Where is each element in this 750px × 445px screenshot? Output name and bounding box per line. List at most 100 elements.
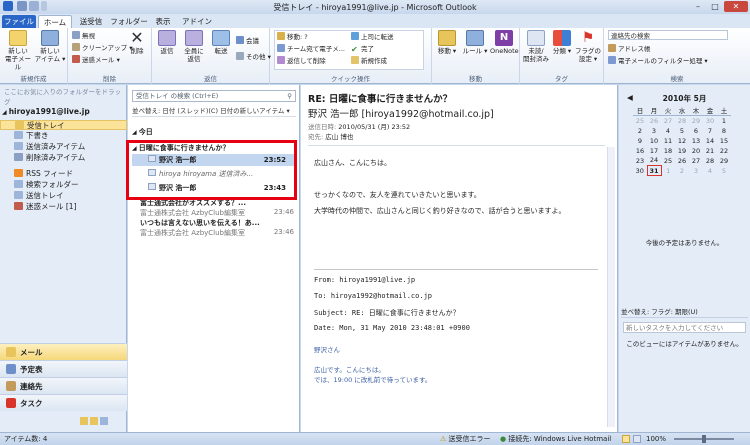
calendar-day[interactable]: 30 — [633, 166, 647, 176]
calendar-day[interactable]: 1 — [661, 166, 675, 176]
minimize-button[interactable]: – — [690, 1, 706, 12]
calendar-day[interactable]: 27 — [689, 156, 703, 166]
maximize-button[interactable]: □ — [707, 1, 723, 12]
folder-search[interactable]: 検索フォルダー — [0, 180, 127, 190]
folder-sent[interactable]: 送信済みアイテム — [0, 142, 127, 152]
folder-list-icon[interactable] — [80, 417, 88, 425]
zoom-slider-thumb[interactable] — [702, 435, 706, 443]
calendar-day[interactable]: 2 — [675, 166, 689, 176]
calendar-day[interactable]: 15 — [717, 136, 731, 146]
onenote-button[interactable]: N OneNote — [490, 30, 519, 55]
account-folder[interactable]: ◢ hiroya1991@live.jp — [0, 107, 127, 117]
rules-button[interactable]: ルール ▾ — [462, 30, 488, 55]
message-from[interactable]: 野沢 浩一郎 [hiroya1992@hotmail.co.jp] — [308, 106, 494, 120]
new-task-input[interactable]: 新しいタスクを入力してください — [623, 322, 746, 333]
quick-step-reply-delete[interactable]: 返信して削除 — [277, 56, 326, 66]
calendar-day[interactable]: 2 — [633, 126, 647, 136]
calendar-day[interactable]: 29 — [717, 156, 731, 166]
calendar-day[interactable]: 18 — [661, 146, 675, 156]
search-icon[interactable]: ⚲ — [287, 91, 292, 101]
reply-all-button[interactable]: 全員に 返信 — [180, 30, 208, 63]
reading-view-icon[interactable] — [633, 435, 641, 443]
move-button[interactable]: 移動 ▾ — [434, 30, 460, 55]
quick-step-team-email[interactable]: チーム宛て電子メ... — [277, 44, 345, 54]
calendar-day[interactable]: 5 — [717, 166, 731, 176]
calendar-day[interactable]: 4 — [661, 126, 675, 136]
calendar-day[interactable]: 26 — [675, 156, 689, 166]
calendar-day[interactable]: 14 — [703, 136, 717, 146]
filter-email-button[interactable]: 電子メールのフィルター処理 ▾ — [608, 56, 708, 66]
folder-junk[interactable]: 迷惑メール [1] — [0, 202, 127, 212]
nav-tasks[interactable]: タスク — [0, 394, 127, 411]
calendar-day[interactable]: 25 — [633, 116, 647, 126]
nav-mail[interactable]: メール — [0, 343, 127, 360]
ignore-button[interactable]: 無視 — [72, 31, 95, 41]
calendar-day[interactable]: 21 — [703, 146, 717, 156]
sort-bar[interactable]: 並べ替え: 日付 (スレッド)(C) 日付の新しいアイテム ▾ — [132, 106, 296, 117]
close-button[interactable]: ✕ — [724, 1, 748, 12]
task-sort-bar[interactable]: 並べ替え: フラグ: 期限(U) — [621, 307, 748, 318]
categorize-button[interactable]: 分類 ▾ — [550, 30, 574, 55]
calendar-day[interactable]: 16 — [633, 146, 647, 156]
search-inbox-input[interactable]: 受信トレイ の検索 (Ctrl+E) ⚲ — [132, 90, 296, 102]
calendar-day[interactable]: 5 — [675, 126, 689, 136]
calendar-day[interactable]: 12 — [675, 136, 689, 146]
list-item[interactable]: いつもは言えない思いを伝える！あ... — [132, 218, 296, 228]
meeting-button[interactable]: 会議 — [236, 36, 259, 46]
folder-inbox[interactable]: 受信トレイ — [0, 120, 127, 130]
respond-more-button[interactable]: その他 ▾ — [236, 52, 271, 62]
calendar-day[interactable]: 19 — [675, 146, 689, 156]
reading-scrollbar[interactable] — [607, 147, 615, 427]
calendar-day[interactable]: 25 — [661, 156, 675, 166]
zoom-level[interactable]: 100% — [646, 433, 666, 445]
shortcuts-icon[interactable] — [90, 417, 98, 425]
calendar-day[interactable]: 7 — [703, 126, 717, 136]
unread-read-button[interactable]: 未読/ 開封済み — [522, 30, 550, 63]
search-contacts-input[interactable]: 連絡先の検索 — [608, 30, 728, 40]
calendar-day[interactable]: 22 — [717, 146, 731, 156]
folder-drafts[interactable]: 下書き — [0, 131, 127, 141]
quick-step-move[interactable]: 移動: ? — [277, 32, 308, 42]
quick-step-to-manager[interactable]: 上司に転送 — [351, 32, 394, 42]
calendar-day[interactable]: 3 — [689, 166, 703, 176]
tab-file[interactable]: ファイル — [2, 15, 36, 28]
nav-contacts[interactable]: 連絡先 — [0, 377, 127, 394]
tab-view[interactable]: 表示 — [150, 15, 176, 28]
quick-step-create-new[interactable]: 新規作成 — [351, 56, 387, 66]
calendar-day[interactable]: 6 — [689, 126, 703, 136]
address-book-button[interactable]: アドレス帳 — [608, 44, 651, 54]
calendar-day[interactable]: 30 — [703, 116, 717, 126]
folder-deleted[interactable]: 削除済みアイテム — [0, 153, 127, 163]
folder-outbox[interactable]: 送信トレイ — [0, 191, 127, 201]
tab-home[interactable]: ホーム — [38, 15, 72, 28]
calendar-day[interactable]: 11 — [661, 136, 675, 146]
calendar-day[interactable]: 28 — [703, 156, 717, 166]
calendar-day[interactable]: 13 — [689, 136, 703, 146]
calendar-day[interactable]: 20 — [689, 146, 703, 156]
folder-rss[interactable]: RSS フィード — [0, 169, 127, 179]
tab-addins[interactable]: アドイン — [180, 15, 214, 28]
calendar-day[interactable]: 28 — [675, 116, 689, 126]
forward-button[interactable]: 転送 — [208, 30, 234, 55]
send-error-status[interactable]: ⚠ 送受信エラー — [440, 433, 491, 445]
calendar-day[interactable]: 29 — [689, 116, 703, 126]
calendar-day[interactable]: 17 — [647, 146, 661, 156]
new-item-button[interactable]: 新しい アイテム ▾ — [34, 30, 66, 63]
calendar-day[interactable]: 27 — [661, 116, 675, 126]
follow-up-button[interactable]: ⚑ フラグの 設定 ▾ — [574, 30, 602, 63]
tab-folder[interactable]: フォルダー — [110, 15, 148, 28]
calendar-day[interactable]: 8 — [717, 126, 731, 136]
nav-calendar[interactable]: 予定表 — [0, 360, 127, 377]
calendar-day[interactable]: 31 — [646, 165, 662, 176]
group-header-today[interactable]: ◢ 今日 — [132, 127, 296, 137]
calendar-day[interactable]: 23 — [633, 156, 647, 166]
calendar-day[interactable]: 4 — [703, 166, 717, 176]
calendar-day[interactable]: 26 — [647, 116, 661, 126]
reply-button[interactable]: 返信 — [154, 30, 180, 55]
delete-button[interactable]: ✕ 削除 — [124, 30, 150, 56]
junk-button[interactable]: 迷惑メール ▾ — [72, 55, 120, 65]
tab-send-receive[interactable]: 送受信 — [74, 15, 108, 28]
calendar-day[interactable]: 1 — [717, 116, 731, 126]
new-email-button[interactable]: 新しい 電子メール — [2, 30, 34, 71]
calendar-day[interactable]: 24 — [647, 156, 661, 166]
